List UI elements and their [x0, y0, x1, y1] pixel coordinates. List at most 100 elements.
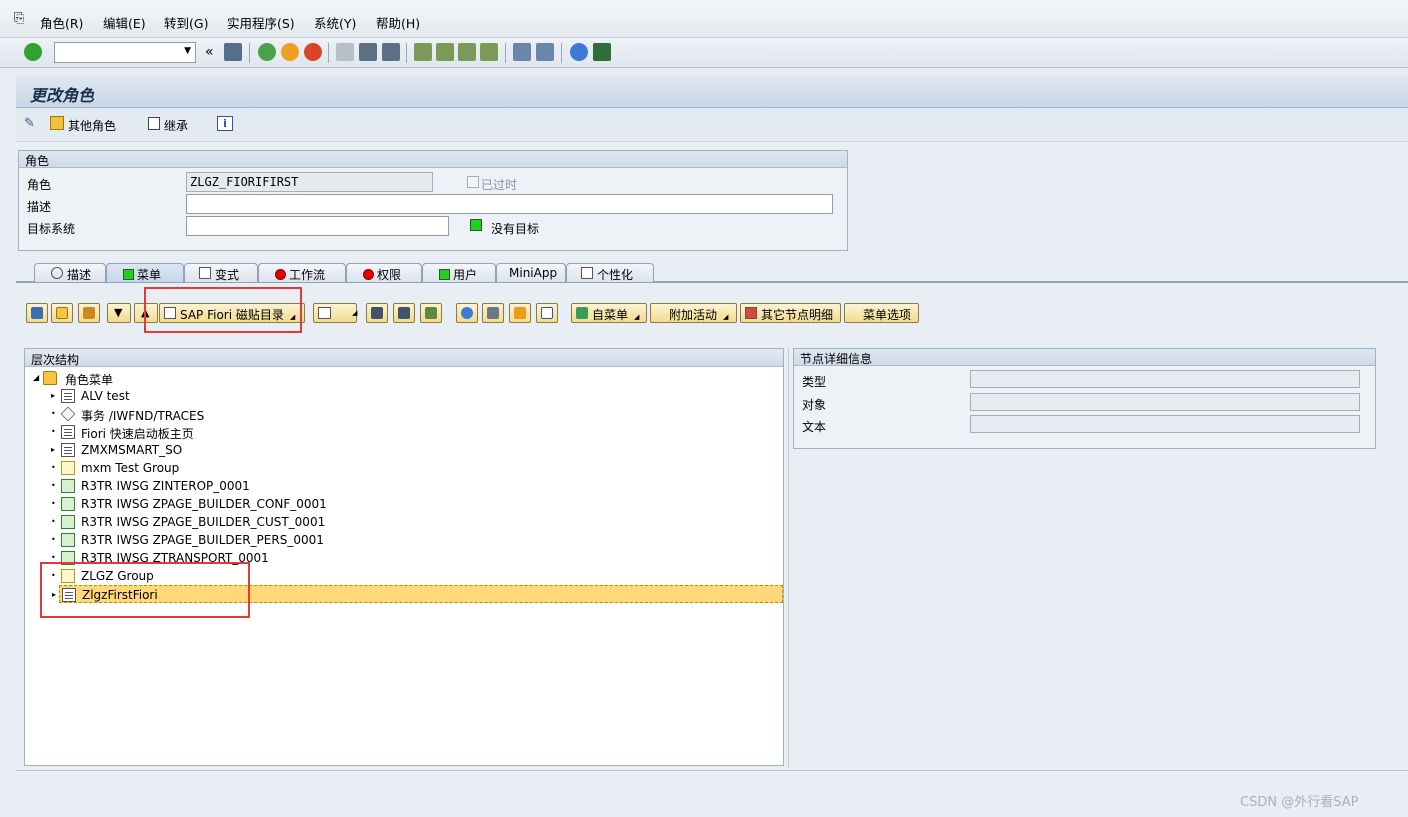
- transaction-icon: [31, 307, 43, 319]
- triangle-down-icon: ▼: [114, 306, 123, 319]
- move-up-button[interactable]: ▲: [134, 303, 158, 323]
- print-icon[interactable]: [336, 43, 354, 61]
- find-icon[interactable]: [359, 43, 377, 61]
- tab-personalization[interactable]: 个性化: [566, 263, 654, 282]
- tree-root[interactable]: ◢ 角色菜单: [33, 369, 333, 387]
- find-next-button[interactable]: [393, 303, 415, 323]
- collapsed-triangle-icon[interactable]: ▸: [52, 590, 60, 599]
- tab-menu[interactable]: 菜单: [106, 263, 184, 282]
- find-next-icon[interactable]: [382, 43, 400, 61]
- menu-options-button[interactable]: 菜单选项: [844, 303, 919, 323]
- inherit-icon[interactable]: [148, 117, 160, 130]
- other-role-icon[interactable]: [50, 116, 64, 130]
- display-change-icon[interactable]: ✎: [24, 116, 35, 131]
- tree-node[interactable]: ▸ ZlgzFirstFiori: [52, 585, 783, 603]
- tree-node[interactable]: • R3TR IWSG ZTRANSPORT_0001: [51, 549, 781, 567]
- self-menu-button[interactable]: 自菜单 ◢: [571, 303, 647, 323]
- documentation-button[interactable]: [509, 303, 531, 323]
- tab-description[interactable]: 描述: [34, 263, 106, 282]
- application-toolbar: ✎ 其他角色 继承 i: [16, 108, 1408, 142]
- separator: [328, 43, 329, 63]
- dropdown-arrow-icon: ◢: [289, 313, 296, 321]
- tree-node[interactable]: • R3TR IWSG ZPAGE_BUILDER_CUST_0001: [51, 513, 781, 531]
- system-menu-icon[interactable]: ⎘: [14, 11, 24, 26]
- object-label: 对象: [802, 398, 827, 412]
- tree-node[interactable]: ▸ ALV test: [51, 387, 781, 405]
- chevron-down-icon[interactable]: ▼: [184, 46, 191, 56]
- move-down-button[interactable]: ▼: [107, 303, 131, 323]
- cancel-icon[interactable]: [304, 43, 322, 61]
- collapsed-triangle-icon[interactable]: ▸: [51, 391, 59, 400]
- hierarchy-header: 层次结构: [25, 349, 783, 367]
- obsolete-checkbox[interactable]: [467, 176, 479, 188]
- description-input[interactable]: [186, 194, 833, 214]
- menu-goto[interactable]: 转到(G): [164, 13, 208, 32]
- expanded-triangle-icon[interactable]: ◢: [33, 373, 41, 382]
- undo-button[interactable]: [78, 303, 100, 323]
- watermark: CSDN @外行看SAP: [1240, 795, 1359, 810]
- splitter[interactable]: [788, 348, 789, 768]
- command-field[interactable]: ▼: [54, 42, 196, 63]
- tree-node[interactable]: • Fiori 快速启动板主页: [51, 423, 781, 441]
- add-activity-button[interactable]: 附加活动 ◢: [650, 303, 737, 323]
- tab-variants[interactable]: 变式: [184, 263, 258, 282]
- separator: [561, 43, 562, 63]
- last-page-icon[interactable]: [480, 43, 498, 61]
- no-target-label: 没有目标: [491, 222, 540, 236]
- role-field: ZLGZ_FIORIFIRST: [186, 172, 433, 192]
- role-group: 角色 角色 ZLGZ_FIORIFIRST 已过时 描述 目标系统 没有目标: [18, 150, 848, 251]
- back-icon[interactable]: [258, 43, 276, 61]
- help-icon[interactable]: [570, 43, 588, 61]
- info-button[interactable]: [536, 303, 558, 323]
- find-button[interactable]: [366, 303, 388, 323]
- target-system-input[interactable]: [186, 216, 449, 236]
- menu-help[interactable]: 帮助(H): [376, 13, 420, 32]
- tab-users[interactable]: 用户: [422, 263, 496, 282]
- new-session-icon[interactable]: [513, 43, 531, 61]
- tree-body: ◢ 角色菜单 ▸ ALV test • 事务 /IWFND/TRACES • Fiori …: [25, 368, 783, 765]
- tree-node[interactable]: • R3TR IWSG ZPAGE_BUILDER_PERS_0001: [51, 531, 781, 549]
- info-icon[interactable]: i: [217, 116, 233, 131]
- shortcut-icon[interactable]: [536, 43, 554, 61]
- enter-icon[interactable]: [24, 43, 42, 61]
- inherit-button[interactable]: 继承: [164, 117, 188, 134]
- tree-node[interactable]: • mxm Test Group: [51, 459, 781, 477]
- leaf-bullet-icon: •: [51, 463, 56, 472]
- tree-node[interactable]: • R3TR IWSG ZPAGE_BUILDER_CONF_0001: [51, 495, 781, 513]
- layout-menu-icon[interactable]: [593, 43, 611, 61]
- tree-node[interactable]: • 事务 /IWFND/TRACES: [51, 405, 781, 423]
- previous-page-icon[interactable]: [436, 43, 454, 61]
- role-group-header: 角色: [19, 151, 847, 168]
- other-roles-button[interactable]: 其他角色: [68, 117, 116, 134]
- tab-authorizations[interactable]: 权限: [346, 263, 422, 282]
- tree-node-label: ZlgzFirstFiori: [82, 588, 158, 602]
- menu-utilities[interactable]: 实用程序(S): [227, 13, 295, 32]
- first-page-icon[interactable]: [414, 43, 432, 61]
- menu-role[interactable]: 角色(R): [40, 13, 83, 32]
- transaction-button[interactable]: [26, 303, 48, 323]
- exit-icon[interactable]: [281, 43, 299, 61]
- delete-menu-button[interactable]: ◢: [313, 303, 357, 323]
- tree-node[interactable]: ▸ ZMXMSMART_SO: [51, 441, 781, 459]
- tree-node[interactable]: • ZLGZ Group: [51, 567, 781, 585]
- document-icon: [62, 588, 76, 602]
- collapse-icon[interactable]: «: [205, 44, 214, 60]
- import-button[interactable]: [420, 303, 442, 323]
- tree-node-label: R3TR IWSG ZINTEROP_0001: [81, 479, 250, 493]
- folder-button[interactable]: [51, 303, 73, 323]
- menu-system[interactable]: 系统(Y): [314, 13, 356, 32]
- print-button[interactable]: [482, 303, 504, 323]
- collapsed-triangle-icon[interactable]: ▸: [51, 445, 59, 454]
- bottom-divider: [16, 770, 1408, 771]
- save-icon[interactable]: [224, 43, 242, 61]
- other-node-details-button[interactable]: 其它节点明细: [740, 303, 841, 323]
- menu-edit[interactable]: 编辑(E): [103, 13, 146, 32]
- tab-workflow[interactable]: 工作流: [258, 263, 346, 282]
- leaf-bullet-icon: •: [51, 409, 56, 418]
- next-page-icon[interactable]: [458, 43, 476, 61]
- zoom-button[interactable]: [456, 303, 478, 323]
- service-object-icon: [61, 479, 75, 493]
- tree-node[interactable]: • R3TR IWSG ZINTEROP_0001: [51, 477, 781, 495]
- sap-fiori-catalog-button[interactable]: SAP Fiori 磁贴目录 ◢: [159, 303, 305, 323]
- tab-miniapp[interactable]: MiniApp: [496, 263, 566, 282]
